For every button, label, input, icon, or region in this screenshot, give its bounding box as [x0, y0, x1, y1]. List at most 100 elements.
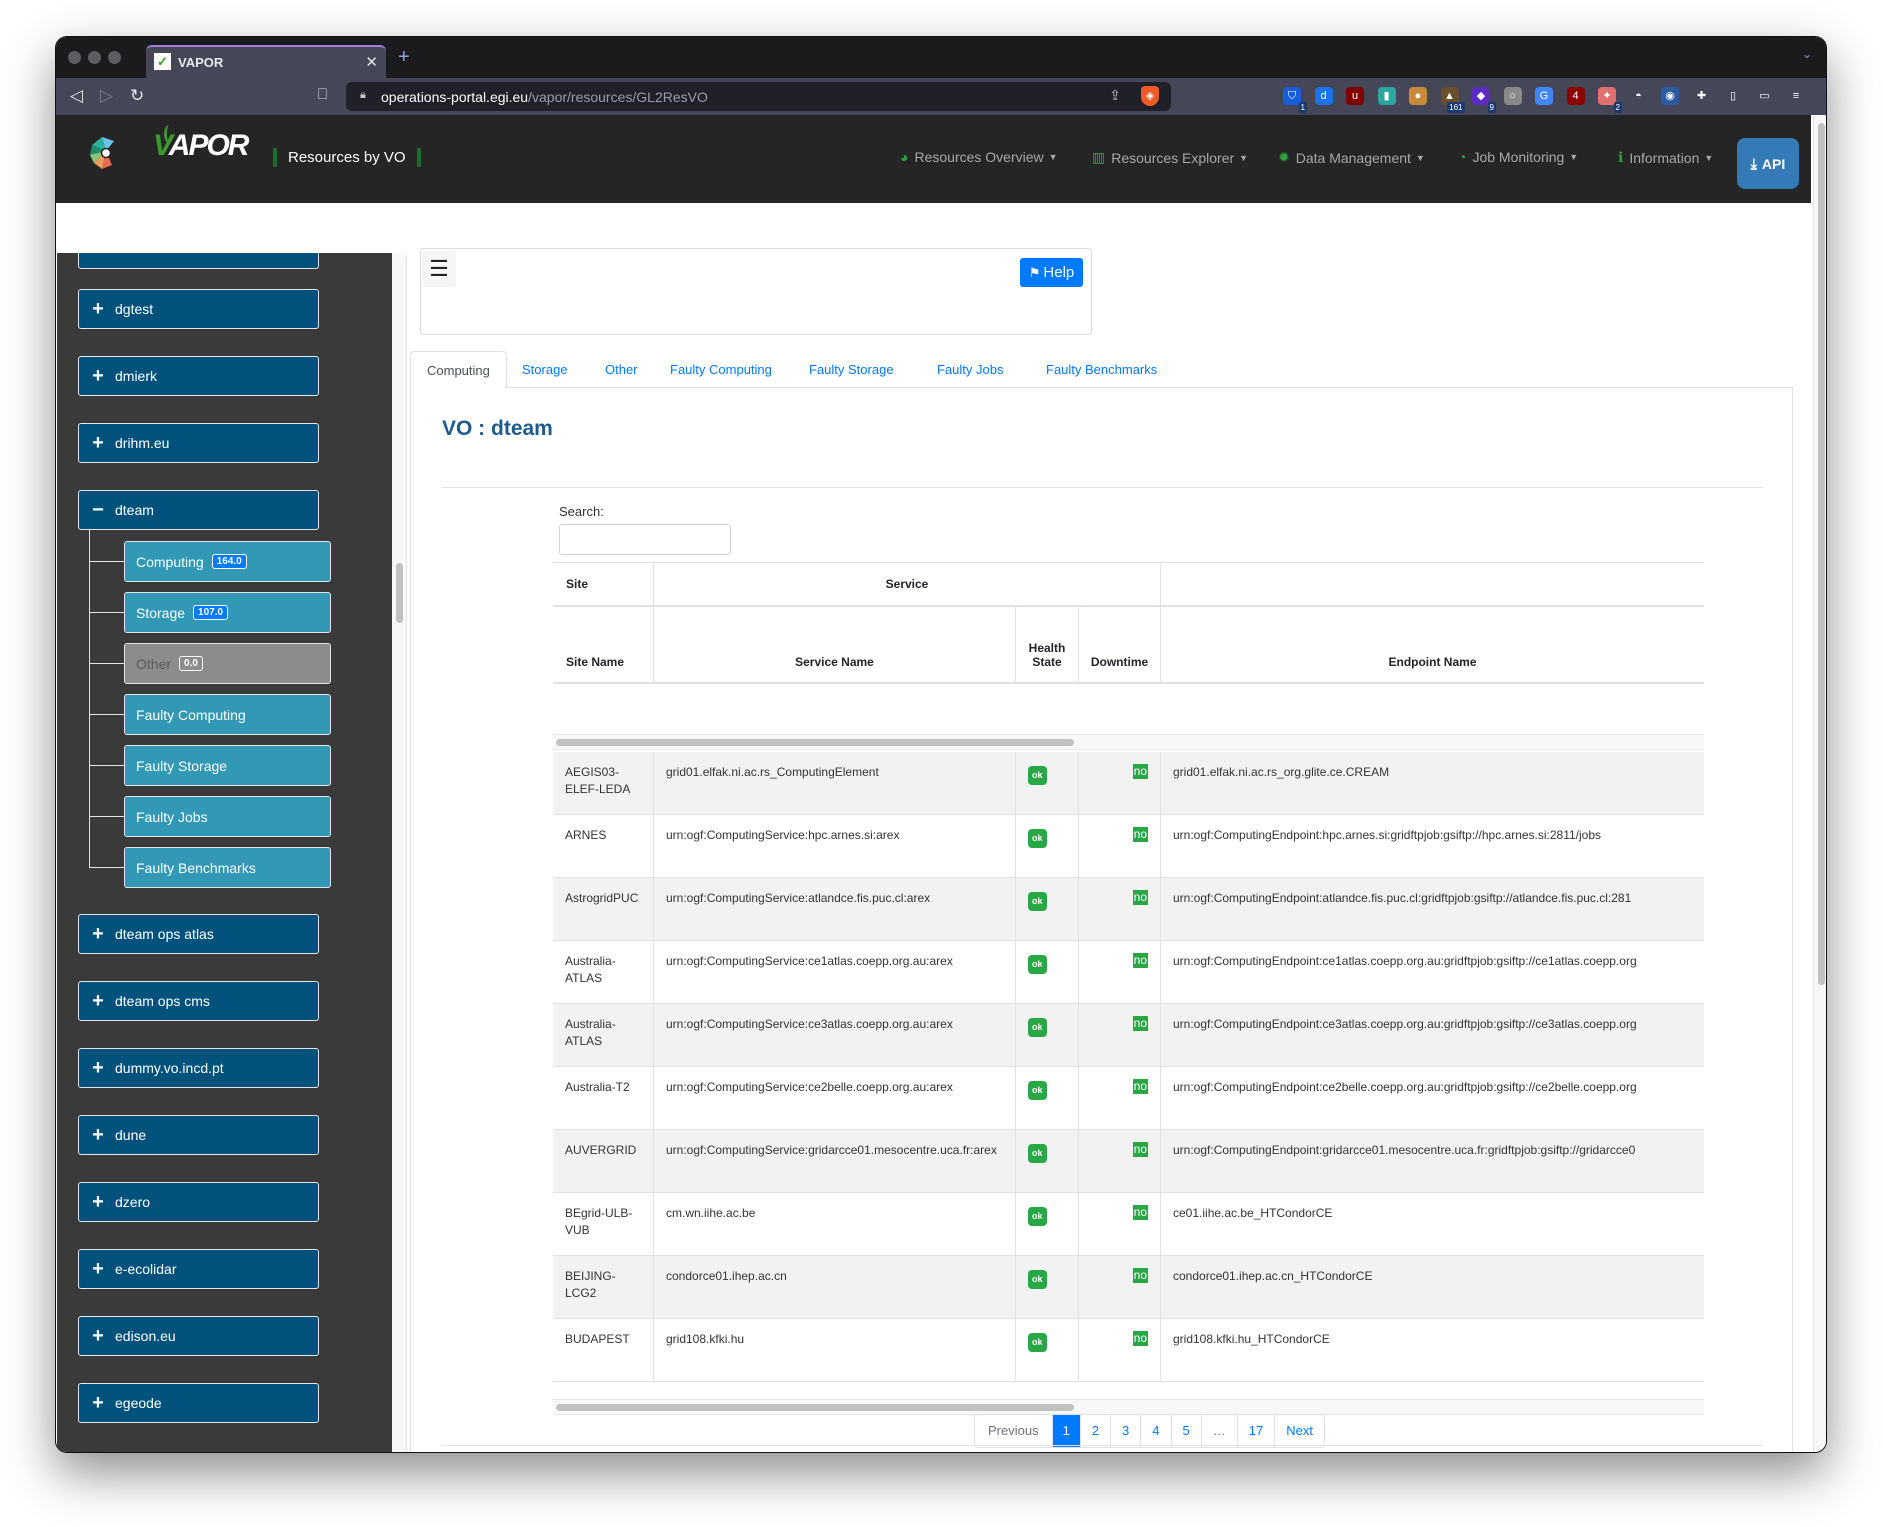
vo-item-partial[interactable] [78, 253, 319, 269]
share-icon[interactable]: ✦ 2 [1598, 87, 1622, 113]
nav-job-monitoring[interactable]: ◔ Job Monitoring ▼ [1458, 149, 1578, 165]
pagination-previous[interactable]: Previous [975, 1415, 1052, 1447]
reload-button[interactable]: ↻ [130, 86, 144, 106]
address-bar[interactable]: 🔒︎ operations-portal.egi.eu/vapor/resour… [346, 82, 1171, 111]
back-button[interactable]: ◁ [70, 86, 83, 106]
tab-close-icon[interactable]: ✕ [365, 53, 378, 71]
vo-item[interactable]: + dzero [78, 1182, 319, 1222]
vo-subitem[interactable]: Computing 164.0 [124, 541, 331, 582]
tab-computing[interactable]: Computing [410, 351, 507, 389]
help-button[interactable]: ⚑ Help [1020, 258, 1083, 287]
scrollbar-thumb[interactable] [556, 1404, 1074, 1411]
vo-subitem[interactable]: Storage 107.0 [124, 592, 331, 633]
vo-item-expanded[interactable]: − dteam [78, 490, 319, 530]
vapor-logo[interactable]: VAPOR [153, 129, 249, 163]
window-minimize-button[interactable] [88, 51, 101, 64]
scrollbar-thumb[interactable] [556, 739, 1074, 746]
tab-storage[interactable]: Storage [506, 351, 584, 389]
pagination-page[interactable]: 1 [1051, 1415, 1080, 1447]
tab-faulty-benchmarks[interactable]: Faulty Benchmarks [1030, 351, 1173, 389]
pagination-page[interactable]: 2 [1079, 1415, 1110, 1447]
notes-icon[interactable]: ▮ [1377, 87, 1396, 105]
bookmark-icon[interactable]: ⎕ [318, 86, 327, 103]
url-text[interactable]: operations-portal.egi.eu/vapor/resources… [381, 89, 708, 105]
window-close-button[interactable] [68, 51, 81, 64]
table-row[interactable]: AstrogridPUC urn:ogf:ComputingService:at… [553, 878, 1704, 941]
col-health-state[interactable]: Health State [1015, 607, 1078, 682]
pagination-page[interactable]: 4 [1140, 1415, 1170, 1447]
vo-subitem[interactable]: Faulty Storage [124, 745, 331, 786]
puzzle-icon[interactable]: ✚ [1692, 87, 1711, 105]
sidebar-scrollbar[interactable] [392, 253, 407, 1452]
col-endpoint-name[interactable]: Endpoint Name [1160, 607, 1704, 682]
col-site-name[interactable]: Site Name [553, 607, 653, 682]
dictionary-icon[interactable]: d [1314, 87, 1333, 105]
sidebar-toggle-menu-icon[interactable]: ☰ [422, 250, 456, 287]
wallet-icon[interactable]: ▭ [1755, 87, 1774, 105]
share-icon[interactable]: ⇪ [1109, 87, 1121, 104]
pagination-page[interactable]: 17 [1236, 1415, 1274, 1447]
table-row[interactable]: ARNES urn:ogf:ComputingService:hpc.arnes… [553, 815, 1704, 878]
cookie-icon[interactable]: ● [1409, 87, 1427, 105]
ublock-icon[interactable]: u [1346, 87, 1364, 105]
table-row[interactable]: Australia-T2 urn:ogf:ComputingService:ce… [553, 1067, 1704, 1130]
table-row[interactable]: AEGIS03-ELEF-LEDA grid01.elfak.ni.ac.rs_… [553, 752, 1704, 815]
pagination-next[interactable]: Next [1274, 1415, 1324, 1447]
vo-item[interactable]: + dteam ops atlas [78, 914, 319, 954]
col-downtime[interactable]: Downtime [1078, 607, 1160, 682]
nav-resources-explorer[interactable]: ▥ Resources Explorer ▼ [1092, 149, 1248, 166]
vo-item[interactable]: + egeode [78, 1383, 319, 1423]
table-row[interactable]: BUDAPEST grid108.kfki.hu ok no grid108.k… [553, 1319, 1704, 1382]
table-row[interactable]: BEIJING-LCG2 condorce01.ihep.ac.cn ok no… [553, 1256, 1704, 1319]
col-service-name[interactable]: Service Name [653, 607, 1015, 682]
table-row[interactable]: AUVERGRID urn:ogf:ComputingService:grida… [553, 1130, 1704, 1193]
vo-subitem[interactable]: Faulty Jobs [124, 796, 331, 837]
stack-icon[interactable]: ◆ 9 [1472, 87, 1496, 113]
tab-faulty-storage[interactable]: Faulty Storage [793, 351, 910, 389]
pagination-page[interactable]: 5 [1170, 1415, 1201, 1447]
bitwarden-icon[interactable]: ⛉ 1 [1283, 87, 1307, 113]
new-tab-button[interactable]: + [398, 46, 410, 69]
tab-list-chevron-icon[interactable]: ⌄ [1802, 47, 1812, 61]
menu-icon[interactable]: ≡ [1787, 87, 1805, 105]
table-row[interactable]: Australia-ATLAS urn:ogf:ComputingService… [553, 1004, 1704, 1067]
sidebar-icon[interactable]: ▯ [1724, 87, 1742, 105]
shield-icon[interactable]: ◉ [1661, 87, 1679, 105]
browser-tab[interactable]: ✓ VAPOR ✕ [146, 45, 386, 78]
tab-other[interactable]: Other [589, 351, 654, 389]
search-input[interactable] [559, 524, 731, 555]
vo-subitem[interactable]: Faulty Benchmarks [124, 847, 331, 888]
spy-icon[interactable]: ◓ [1629, 87, 1648, 105]
tab-faulty-computing[interactable]: Faulty Computing [654, 351, 788, 389]
vo-item[interactable]: + dmierk [78, 356, 319, 396]
nav-resources-overview[interactable]: ◕ Resources Overview ▼ [900, 149, 1058, 165]
egi-logo-icon[interactable] [88, 135, 118, 171]
forward-button[interactable]: ▷ [100, 86, 113, 106]
vo-item[interactable]: + dummy.vo.incd.pt [78, 1048, 319, 1088]
wappalyzer-icon[interactable]: ▲ 161 [1440, 87, 1465, 113]
brave-shields-icon[interactable]: ◈ [1141, 86, 1159, 106]
vo-item[interactable]: + e-ecolidar [78, 1249, 319, 1289]
sidebar-scrollbar-thumb[interactable] [396, 563, 403, 623]
table-bottom-scrollbar[interactable] [553, 1399, 1704, 1415]
vo-item[interactable]: + drihm.eu [78, 423, 319, 463]
vo-subitem[interactable]: Faulty Computing [124, 694, 331, 735]
page-scrollbar[interactable] [1813, 115, 1826, 1452]
four-icon[interactable]: 4 [1566, 87, 1585, 105]
vo-item[interactable]: + dteam ops cms [78, 981, 319, 1021]
translate-icon[interactable]: G [1535, 87, 1553, 105]
table-row[interactable]: BEgrid-ULB-VUB cm.wn.iihe.ac.be ok no ce… [553, 1193, 1704, 1256]
pagination-page[interactable]: 3 [1110, 1415, 1140, 1447]
vo-item[interactable]: + edison.eu [78, 1316, 319, 1356]
page-scrollbar-thumb[interactable] [1818, 123, 1825, 985]
table-row[interactable]: Australia-ATLAS urn:ogf:ComputingService… [553, 941, 1704, 1004]
vo-item[interactable]: + dune [78, 1115, 319, 1155]
circle-icon[interactable]: ○ [1503, 87, 1522, 105]
window-zoom-button[interactable] [108, 51, 121, 64]
nav-data-management[interactable]: ✹ Data Management ▼ [1278, 149, 1425, 166]
nav-information[interactable]: ℹ Information ▼ [1618, 149, 1713, 166]
tab-faulty-jobs[interactable]: Faulty Jobs [921, 351, 1019, 389]
vo-item[interactable]: + dgtest [78, 289, 319, 329]
table-top-scrollbar[interactable] [553, 734, 1704, 750]
api-button[interactable]: ⤓ API [1737, 138, 1799, 189]
